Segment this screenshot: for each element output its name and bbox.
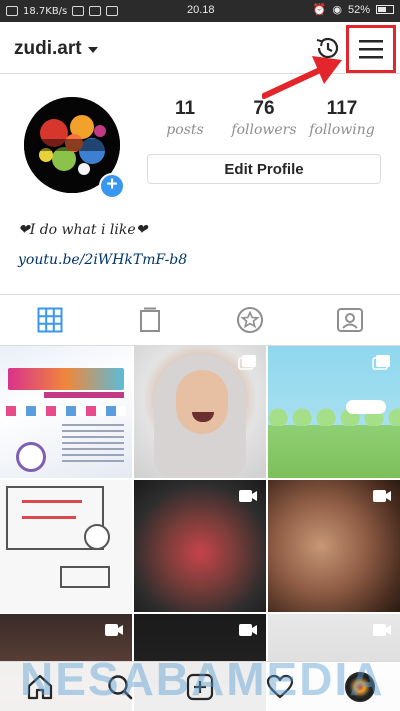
menu-button[interactable] (346, 25, 396, 73)
add-story-button[interactable]: + (99, 173, 125, 199)
chevron-down-icon (87, 47, 98, 53)
grid-icon (37, 307, 63, 333)
video-camera-icon (373, 490, 391, 502)
battery-percent: 52% (347, 3, 370, 16)
tab-igtv[interactable] (100, 295, 200, 345)
posts-label: posts (166, 122, 204, 138)
video-camera-icon (239, 490, 257, 502)
following-stat[interactable]: 117 following (302, 98, 382, 138)
username: zudi.art (14, 38, 82, 59)
followers-label: followers (231, 122, 297, 138)
igtv-icon (140, 307, 160, 332)
bio-link[interactable]: youtu.be/2iWHkTmF-b8 (18, 252, 187, 268)
posts-count: 11 (174, 98, 196, 119)
watermark-text: NESABAMEDIA (20, 653, 385, 705)
followers-stat[interactable]: 76 followers (224, 98, 304, 138)
post-thumbnail-competition[interactable] (0, 346, 132, 478)
status-bar: 18.7KB/s 20.18 ⏰ ◉ 52% (0, 0, 400, 22)
followers-count: 76 (253, 98, 275, 119)
video-camera-icon (373, 624, 391, 636)
account-switcher[interactable]: zudi.art (14, 38, 98, 60)
notification-icon (72, 6, 85, 16)
posts-stat[interactable]: 11 posts (145, 98, 225, 138)
annotation-arrow-icon (262, 56, 342, 99)
multi-photo-icon (372, 355, 390, 370)
eye-icon: ◉ (332, 4, 342, 16)
following-count: 117 (326, 98, 358, 119)
youtube-icon (106, 6, 119, 16)
tab-tagged[interactable] (300, 295, 400, 345)
battery-icon (376, 5, 394, 14)
post-thumbnail-landscape[interactable] (268, 346, 400, 478)
network-speed: 18.7KB/s (23, 5, 68, 17)
video-camera-icon (239, 624, 257, 636)
upload-icon (89, 6, 102, 16)
clock: 20.18 (187, 4, 215, 16)
alarm-icon: ⏰ (312, 4, 327, 16)
multi-photo-icon (238, 355, 256, 370)
following-label: following (309, 122, 375, 138)
image-notification-icon (6, 6, 18, 16)
video-camera-icon (105, 624, 123, 636)
tab-saved[interactable] (200, 295, 300, 345)
tagged-icon (337, 308, 363, 332)
post-thumbnail-portrait[interactable] (134, 346, 266, 478)
post-thumbnail-sketch[interactable] (0, 480, 132, 612)
post-thumbnail-video-red[interactable] (134, 480, 266, 612)
hamburger-menu-icon (359, 40, 383, 59)
tab-grid[interactable] (0, 295, 100, 345)
post-thumbnail-video-hands[interactable] (268, 480, 400, 612)
profile-tabs (0, 294, 400, 346)
saved-star-icon (237, 307, 263, 333)
edit-profile-button[interactable]: Edit Profile (147, 154, 381, 184)
bio-text: ❤I do what i like❤ (18, 222, 148, 238)
